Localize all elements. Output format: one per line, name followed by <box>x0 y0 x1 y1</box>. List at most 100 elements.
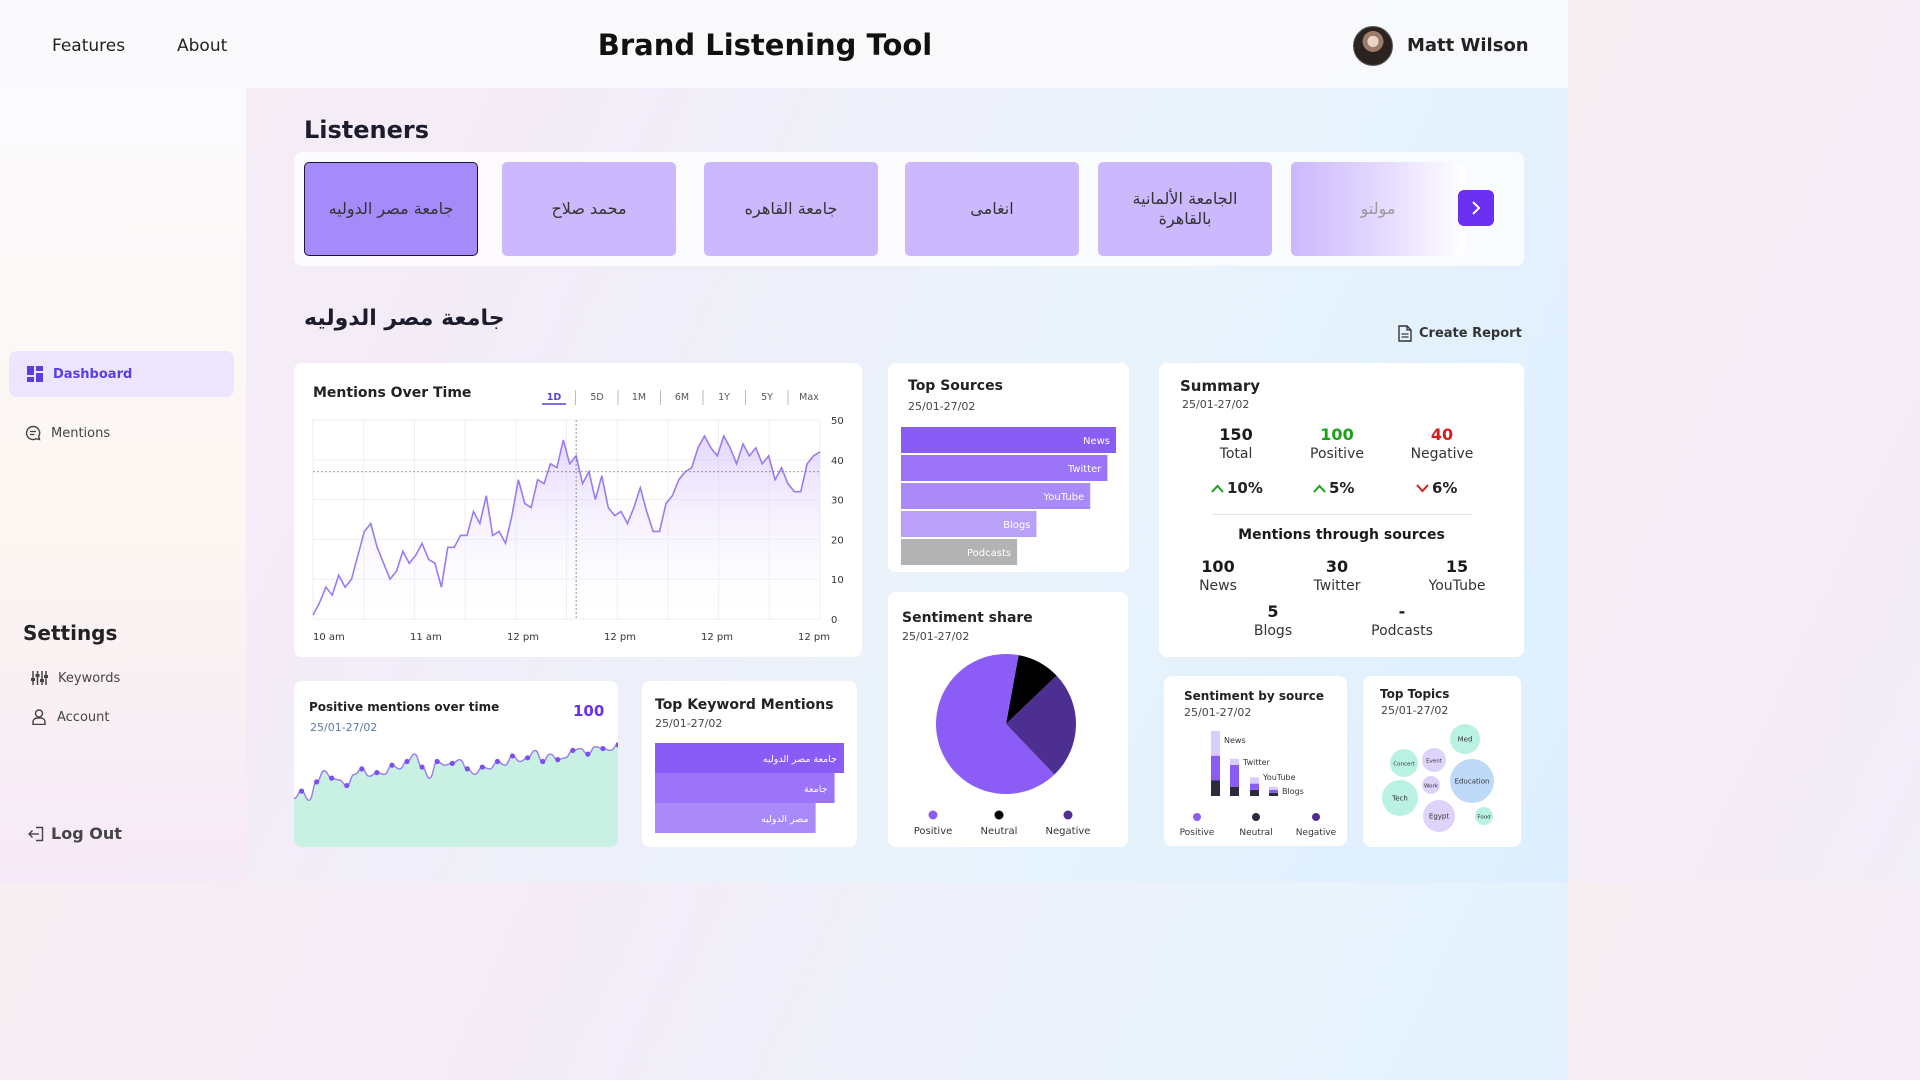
topic-label: Concert <box>1393 762 1415 768</box>
stat-value: 5 <box>1267 602 1279 621</box>
positive-point <box>570 747 576 753</box>
positive-point <box>494 758 501 765</box>
range-option-1M[interactable]: 1M <box>632 392 646 403</box>
positive-point <box>374 770 380 776</box>
source-stat-blogs: 5 Blogs <box>1228 602 1318 639</box>
stacked-bar-segment <box>1211 755 1220 781</box>
next-listeners-button[interactable] <box>1458 190 1494 226</box>
card-date: 25/01-27/02 <box>1182 398 1250 411</box>
change-value: 5% <box>1329 479 1355 497</box>
legend-label: Neutral <box>981 826 1018 837</box>
range-option-Max[interactable]: Max <box>799 392 819 403</box>
topic-label: Med <box>1458 736 1473 744</box>
divider <box>1212 514 1472 515</box>
legend-label: Positive <box>1180 828 1215 838</box>
top-topics-chart: Med Concert Event Education Work Tech Egypt Foo… <box>1382 724 1494 832</box>
positive-point <box>419 764 425 770</box>
positive-point <box>344 782 350 789</box>
user-icon <box>32 709 46 725</box>
positive-point <box>434 758 440 765</box>
source-stat-news: 100 News <box>1173 557 1263 594</box>
x-tick-label: 12 pm <box>701 632 733 643</box>
y-tick-label: 30 <box>831 496 844 507</box>
source-bar-label: Twitter <box>1067 464 1102 475</box>
avatar[interactable] <box>1353 26 1393 66</box>
positive-point <box>524 755 531 761</box>
stat-negative: 40 Negative <box>1397 425 1487 462</box>
arrow-down-icon <box>1416 483 1429 492</box>
stat-label: News <box>1199 578 1237 594</box>
range-option-6M[interactable]: 6M <box>675 392 689 403</box>
sentiment-by-source-card: Sentiment by source 25/01-27/02 News Twit… <box>1164 676 1347 846</box>
stat-label: Positive <box>1310 446 1364 462</box>
dashboard-icon <box>27 366 43 382</box>
top-topics-card: Top Topics 25/01-27/02 Med Concert Event Ed… <box>1363 676 1521 847</box>
source-stat-twitter: 30 Twitter <box>1292 557 1382 594</box>
legend-dot <box>1312 813 1320 821</box>
arrow-up-icon <box>1211 484 1224 493</box>
logout-label: Log Out <box>51 824 122 843</box>
change-positive: 5% <box>1313 479 1354 497</box>
stat-value: 100 <box>1201 557 1235 576</box>
top-bar: Features About Brand Listening Tool Matt… <box>0 0 1568 88</box>
sidebar-item-label: Account <box>57 709 110 725</box>
stacked-bar-segment <box>1250 789 1259 796</box>
positive-point <box>329 775 335 781</box>
range-option-1D[interactable]: 1D <box>547 392 562 403</box>
stacked-bar-segment <box>1211 730 1220 756</box>
logout-button[interactable]: Log Out <box>28 824 122 843</box>
listener-card[interactable]: جامعة القاهره <box>704 162 878 256</box>
source-stat-youtube: 15 YouTube <box>1412 557 1502 594</box>
sidebar-item-label: Keywords <box>58 670 121 686</box>
listener-card[interactable]: مولتو <box>1291 162 1465 256</box>
create-report-button[interactable]: Create Report <box>1398 325 1522 342</box>
sidebar-item-account[interactable]: Account <box>31 709 110 725</box>
stacked-bar-segment <box>1230 786 1239 796</box>
sidebar-item-keywords[interactable]: Keywords <box>31 670 120 686</box>
source-bar-label: Podcasts <box>967 548 1011 559</box>
listener-card[interactable]: محمد صلاح <box>502 162 676 256</box>
document-icon <box>1398 325 1412 342</box>
legend-label: Positive <box>914 826 953 837</box>
stat-value: 30 <box>1325 557 1349 576</box>
change-negative: 6% <box>1416 479 1457 497</box>
stat-label: Podcasts <box>1371 623 1433 639</box>
sidebar-item-dashboard[interactable]: Dashboard <box>9 351 234 397</box>
range-option-5D[interactable]: 5D <box>590 392 603 403</box>
listeners-strip: جامعة مصر الدوليه محمد صلاح جامعة القاهر… <box>294 152 1524 266</box>
range-option-1Y[interactable]: 1Y <box>718 392 730 403</box>
sidebar-item-mentions[interactable]: Mentions <box>25 425 110 441</box>
x-tick-label: 11 am <box>410 632 442 643</box>
sentiment-share-chart: Positive Neutral Negative <box>914 654 1090 837</box>
x-tick-label: 12 pm <box>798 632 830 643</box>
keyword-bar-label: جامعة <box>804 784 828 795</box>
sidebar-item-label: Dashboard <box>53 366 133 382</box>
listener-card[interactable]: انغامى <box>905 162 1079 256</box>
sidebar-item-label: Mentions <box>51 425 111 441</box>
sources-title: Mentions through sources <box>1238 527 1445 543</box>
positive-point <box>359 766 365 772</box>
y-tick-label: 0 <box>831 615 837 626</box>
positive-point <box>555 757 561 763</box>
range-option-5Y[interactable]: 5Y <box>761 392 773 403</box>
positive-point <box>389 762 395 768</box>
chevron-right-icon <box>1472 201 1481 215</box>
y-tick-label: 20 <box>831 535 844 546</box>
arrow-up-icon <box>1313 484 1326 493</box>
y-tick-label: 10 <box>831 575 844 586</box>
user-name[interactable]: Matt Wilson <box>1407 35 1529 56</box>
legend-dot <box>928 810 938 820</box>
stat-value: 100 <box>1320 425 1354 444</box>
positive-area <box>294 744 618 847</box>
card-title: Summary <box>1180 377 1261 395</box>
listener-card[interactable]: جامعة مصر الدوليه <box>304 162 478 256</box>
x-tick-label: 10 am <box>313 632 345 643</box>
positive-point <box>600 745 606 752</box>
positive-point <box>479 764 485 770</box>
positive-mentions-card: Positive mentions over time 25/01-27/02 … <box>294 681 618 847</box>
topic-label: Food <box>1477 815 1490 821</box>
topic-label: Work <box>1424 784 1439 790</box>
create-report-label: Create Report <box>1419 326 1522 341</box>
source-label: News <box>1224 736 1246 745</box>
listener-card[interactable]: الجامعة الألمانية بالقاهرة <box>1098 162 1272 256</box>
